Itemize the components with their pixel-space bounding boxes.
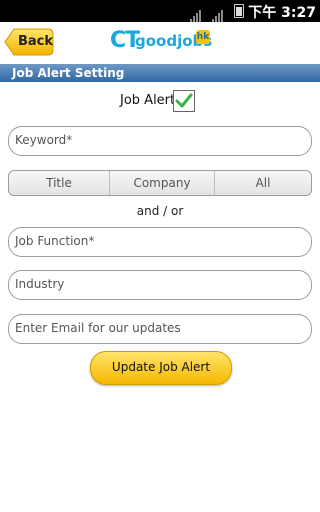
- and-or-label: and / or: [136, 204, 184, 218]
- battery-icon: [234, 4, 244, 18]
- industry-input[interactable]: Industry: [8, 270, 312, 300]
- update-job-alert-button[interactable]: Update Job Alert: [90, 351, 232, 385]
- email-placeholder: Enter Email for our updates: [15, 321, 181, 335]
- logo-badge: hk: [196, 30, 210, 44]
- segment-company[interactable]: Company: [110, 171, 215, 195]
- industry-placeholder: Industry: [15, 277, 65, 291]
- job-alert-label: Job Alert:: [120, 93, 180, 108]
- header: Back CT goodjobs hk: [0, 22, 320, 64]
- signal-icon: [190, 4, 202, 23]
- email-input[interactable]: Enter Email for our updates: [8, 314, 312, 344]
- job-function-placeholder: Job Function*: [15, 234, 95, 248]
- segment-all[interactable]: All: [215, 171, 311, 195]
- job-function-input[interactable]: Job Function*: [8, 227, 312, 257]
- section-title: Job Alert Setting: [12, 66, 125, 80]
- logo: CT goodjobs hk: [110, 28, 212, 56]
- keyword-input[interactable]: Keyword*: [8, 126, 312, 156]
- job-alert-row: Job Alert:: [120, 90, 220, 112]
- job-alert-checkbox[interactable]: [173, 90, 195, 112]
- segment-title[interactable]: Title: [9, 171, 110, 195]
- back-button[interactable]: Back: [4, 28, 54, 56]
- checkmark-icon: [175, 93, 193, 108]
- signal-icon: [212, 4, 224, 23]
- keyword-placeholder: Keyword*: [15, 133, 73, 147]
- back-label: Back: [18, 34, 54, 49]
- update-button-label: Update Job Alert: [111, 360, 211, 374]
- status-bar: 下午 3:27: [0, 0, 320, 23]
- search-scope-segmented-control: Title Company All: [8, 170, 312, 196]
- section-bar: Job Alert Setting: [0, 64, 320, 82]
- status-time: 下午 3:27: [248, 5, 316, 21]
